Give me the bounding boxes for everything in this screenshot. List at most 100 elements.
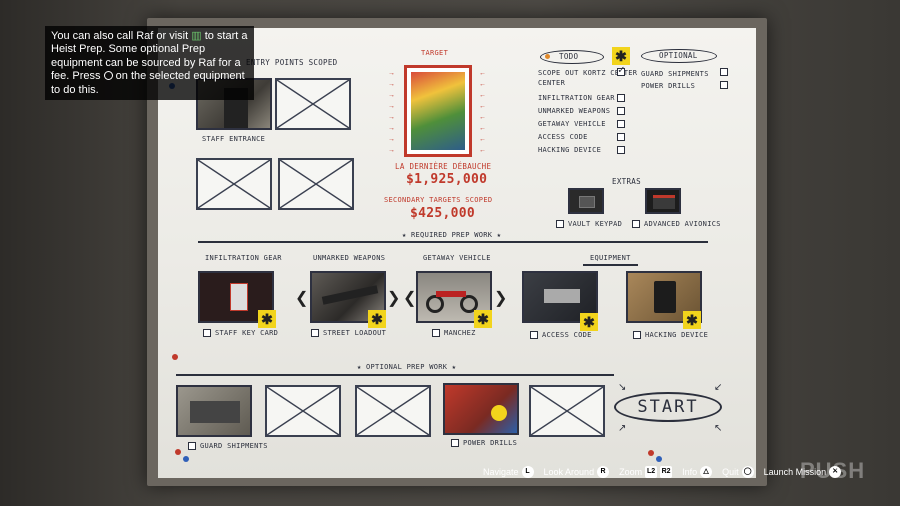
avionics-photo[interactable]	[645, 188, 681, 214]
todo-item-label: Hacking Device	[538, 146, 602, 154]
todo-checkbox[interactable]	[617, 146, 625, 154]
power-drills: Power Drills	[451, 439, 517, 447]
check-mark-icon: ✓	[618, 63, 625, 76]
square-button-icon	[103, 71, 113, 81]
todo-pin	[545, 54, 550, 59]
secondary-targets-heading: Secondary Targets Scoped	[384, 196, 493, 204]
arrow-icon: ↘	[618, 382, 627, 393]
optional-placeholder	[529, 385, 605, 437]
entry-points-heading: Entry Points Scoped	[246, 58, 338, 67]
power-drills-checkbox[interactable]	[451, 439, 459, 447]
vault-keypad-checkbox[interactable]	[556, 220, 564, 228]
hint-look-around[interactable]: Look Around R	[544, 466, 610, 478]
todo-item-label: Unmarked Weapons	[538, 107, 611, 115]
tooltip-text-1: You can also call Raf or visit	[51, 30, 189, 42]
prep-badge: ✱	[258, 310, 276, 328]
extras-vault-keypad: Vault Keypad	[556, 220, 622, 228]
prep-badge: ✱	[683, 311, 701, 329]
hint-quit[interactable]: Quit ◯	[722, 466, 754, 478]
manchez-checkbox[interactable]	[432, 329, 440, 337]
start-label: START	[637, 397, 699, 417]
optional-prep-heading: ★ Optional Prep Work ★	[357, 363, 457, 371]
entry-point-placeholder	[196, 158, 272, 210]
arrow-icon: ↙	[714, 382, 723, 393]
optional-checkbox[interactable]	[720, 68, 728, 76]
pin	[172, 354, 178, 360]
optional-placeholder	[265, 385, 341, 437]
prep-heading: Getaway Vehicle	[423, 254, 491, 262]
todo-checkbox[interactable]	[617, 120, 625, 128]
nav-left-icon[interactable]: ❮	[295, 288, 309, 308]
staff-key-card: Staff Key Card	[203, 329, 278, 337]
watermark-logo: PUSH	[800, 458, 866, 483]
optional-item-label: Power Drills	[641, 82, 696, 90]
guard-shipments-checkbox[interactable]	[188, 442, 196, 450]
entry-point-placeholder	[278, 158, 354, 210]
prep-badge: ✱	[580, 313, 598, 331]
l2-button-icon: L2	[645, 466, 658, 478]
extras-avionics: Advanced Avionics	[632, 220, 721, 228]
todo-heading-bubble: ToDo	[540, 50, 604, 64]
todo-item-label: Getaway Vehicle	[538, 120, 606, 128]
street-loadout-checkbox[interactable]	[311, 329, 319, 337]
target-value: $1,925,000	[406, 172, 488, 187]
hint-info[interactable]: Info △	[682, 466, 713, 478]
help-tooltip: You can also call Raf or visit ▥ to star…	[45, 26, 254, 100]
guard-shipments-photo[interactable]	[176, 385, 252, 437]
guard-shipments: Guard Shipments	[188, 442, 268, 450]
left-stick-icon: L	[521, 466, 534, 478]
staff-key-card-checkbox[interactable]	[203, 329, 211, 337]
avionics-checkbox[interactable]	[632, 220, 640, 228]
manchez: Manchez	[432, 329, 476, 337]
optional-heading: Optional	[659, 51, 698, 60]
secondary-targets-value: $425,000	[410, 206, 476, 221]
vault-keypad-photo[interactable]	[568, 188, 604, 214]
access-code: Access Code	[530, 331, 592, 339]
target-name: La Dernière Débauche	[395, 162, 492, 171]
pin	[183, 456, 189, 462]
prep-heading: Infiltration Gear	[205, 254, 282, 262]
required-divider	[198, 241, 708, 243]
optional-item-label: Guard Shipments	[641, 70, 709, 78]
todo-item-label: Infiltration Gear	[538, 94, 615, 102]
required-prep-heading: ★ Required Prep Work ★	[402, 231, 502, 239]
nav-left-icon[interactable]: ❮	[403, 288, 417, 308]
street-loadout: Street Loadout	[311, 329, 386, 337]
todo-item-label-cont: Center	[538, 79, 566, 87]
todo-checkbox[interactable]	[617, 133, 625, 141]
pin	[175, 449, 181, 455]
hacking-device-checkbox[interactable]	[633, 331, 641, 339]
prep-badge: ✱	[368, 310, 386, 328]
optional-placeholder	[355, 385, 431, 437]
phone-icon: ▥	[191, 30, 202, 42]
optional-heading-bubble: Optional	[641, 49, 717, 63]
todo-heading: ToDo	[559, 52, 579, 61]
start-button[interactable]: START	[614, 392, 722, 422]
power-drills-photo[interactable]	[443, 383, 519, 435]
nav-right-icon[interactable]: ❯	[387, 288, 401, 308]
equipment-underline	[583, 264, 638, 266]
arrow-icon: ↗	[618, 423, 627, 434]
todo-checkbox[interactable]	[617, 107, 625, 115]
circle-button-icon: ◯	[741, 466, 754, 478]
nav-right-icon[interactable]: ❯	[494, 288, 508, 308]
hint-navigate[interactable]: Navigate L	[483, 466, 534, 478]
hacking-device: Hacking Device	[633, 331, 708, 339]
todo-item-label: Access Code	[538, 133, 588, 141]
prep-badge: ✱	[474, 310, 492, 328]
target-painting[interactable]	[404, 65, 472, 157]
arrow-icon: ↖	[714, 423, 723, 434]
target-arrows-left: → → → → → → → →	[388, 70, 395, 154]
staff-entrance-label: Staff Entrance	[202, 135, 266, 143]
target-heading: Target	[421, 49, 449, 57]
entry-point-placeholder	[275, 78, 351, 130]
prep-heading: Equipment	[590, 254, 631, 262]
hint-zoom[interactable]: Zoom L2 R2	[619, 466, 673, 478]
access-code-checkbox[interactable]	[530, 331, 538, 339]
todo-checkbox[interactable]	[617, 94, 625, 102]
r2-button-icon: R2	[660, 466, 673, 478]
triangle-button-icon: △	[700, 466, 713, 478]
extras-heading: Extras	[612, 177, 641, 186]
optional-checkbox[interactable]	[720, 81, 728, 89]
target-arrows-right: ← ← ← ← ← ← ← ←	[479, 70, 486, 154]
